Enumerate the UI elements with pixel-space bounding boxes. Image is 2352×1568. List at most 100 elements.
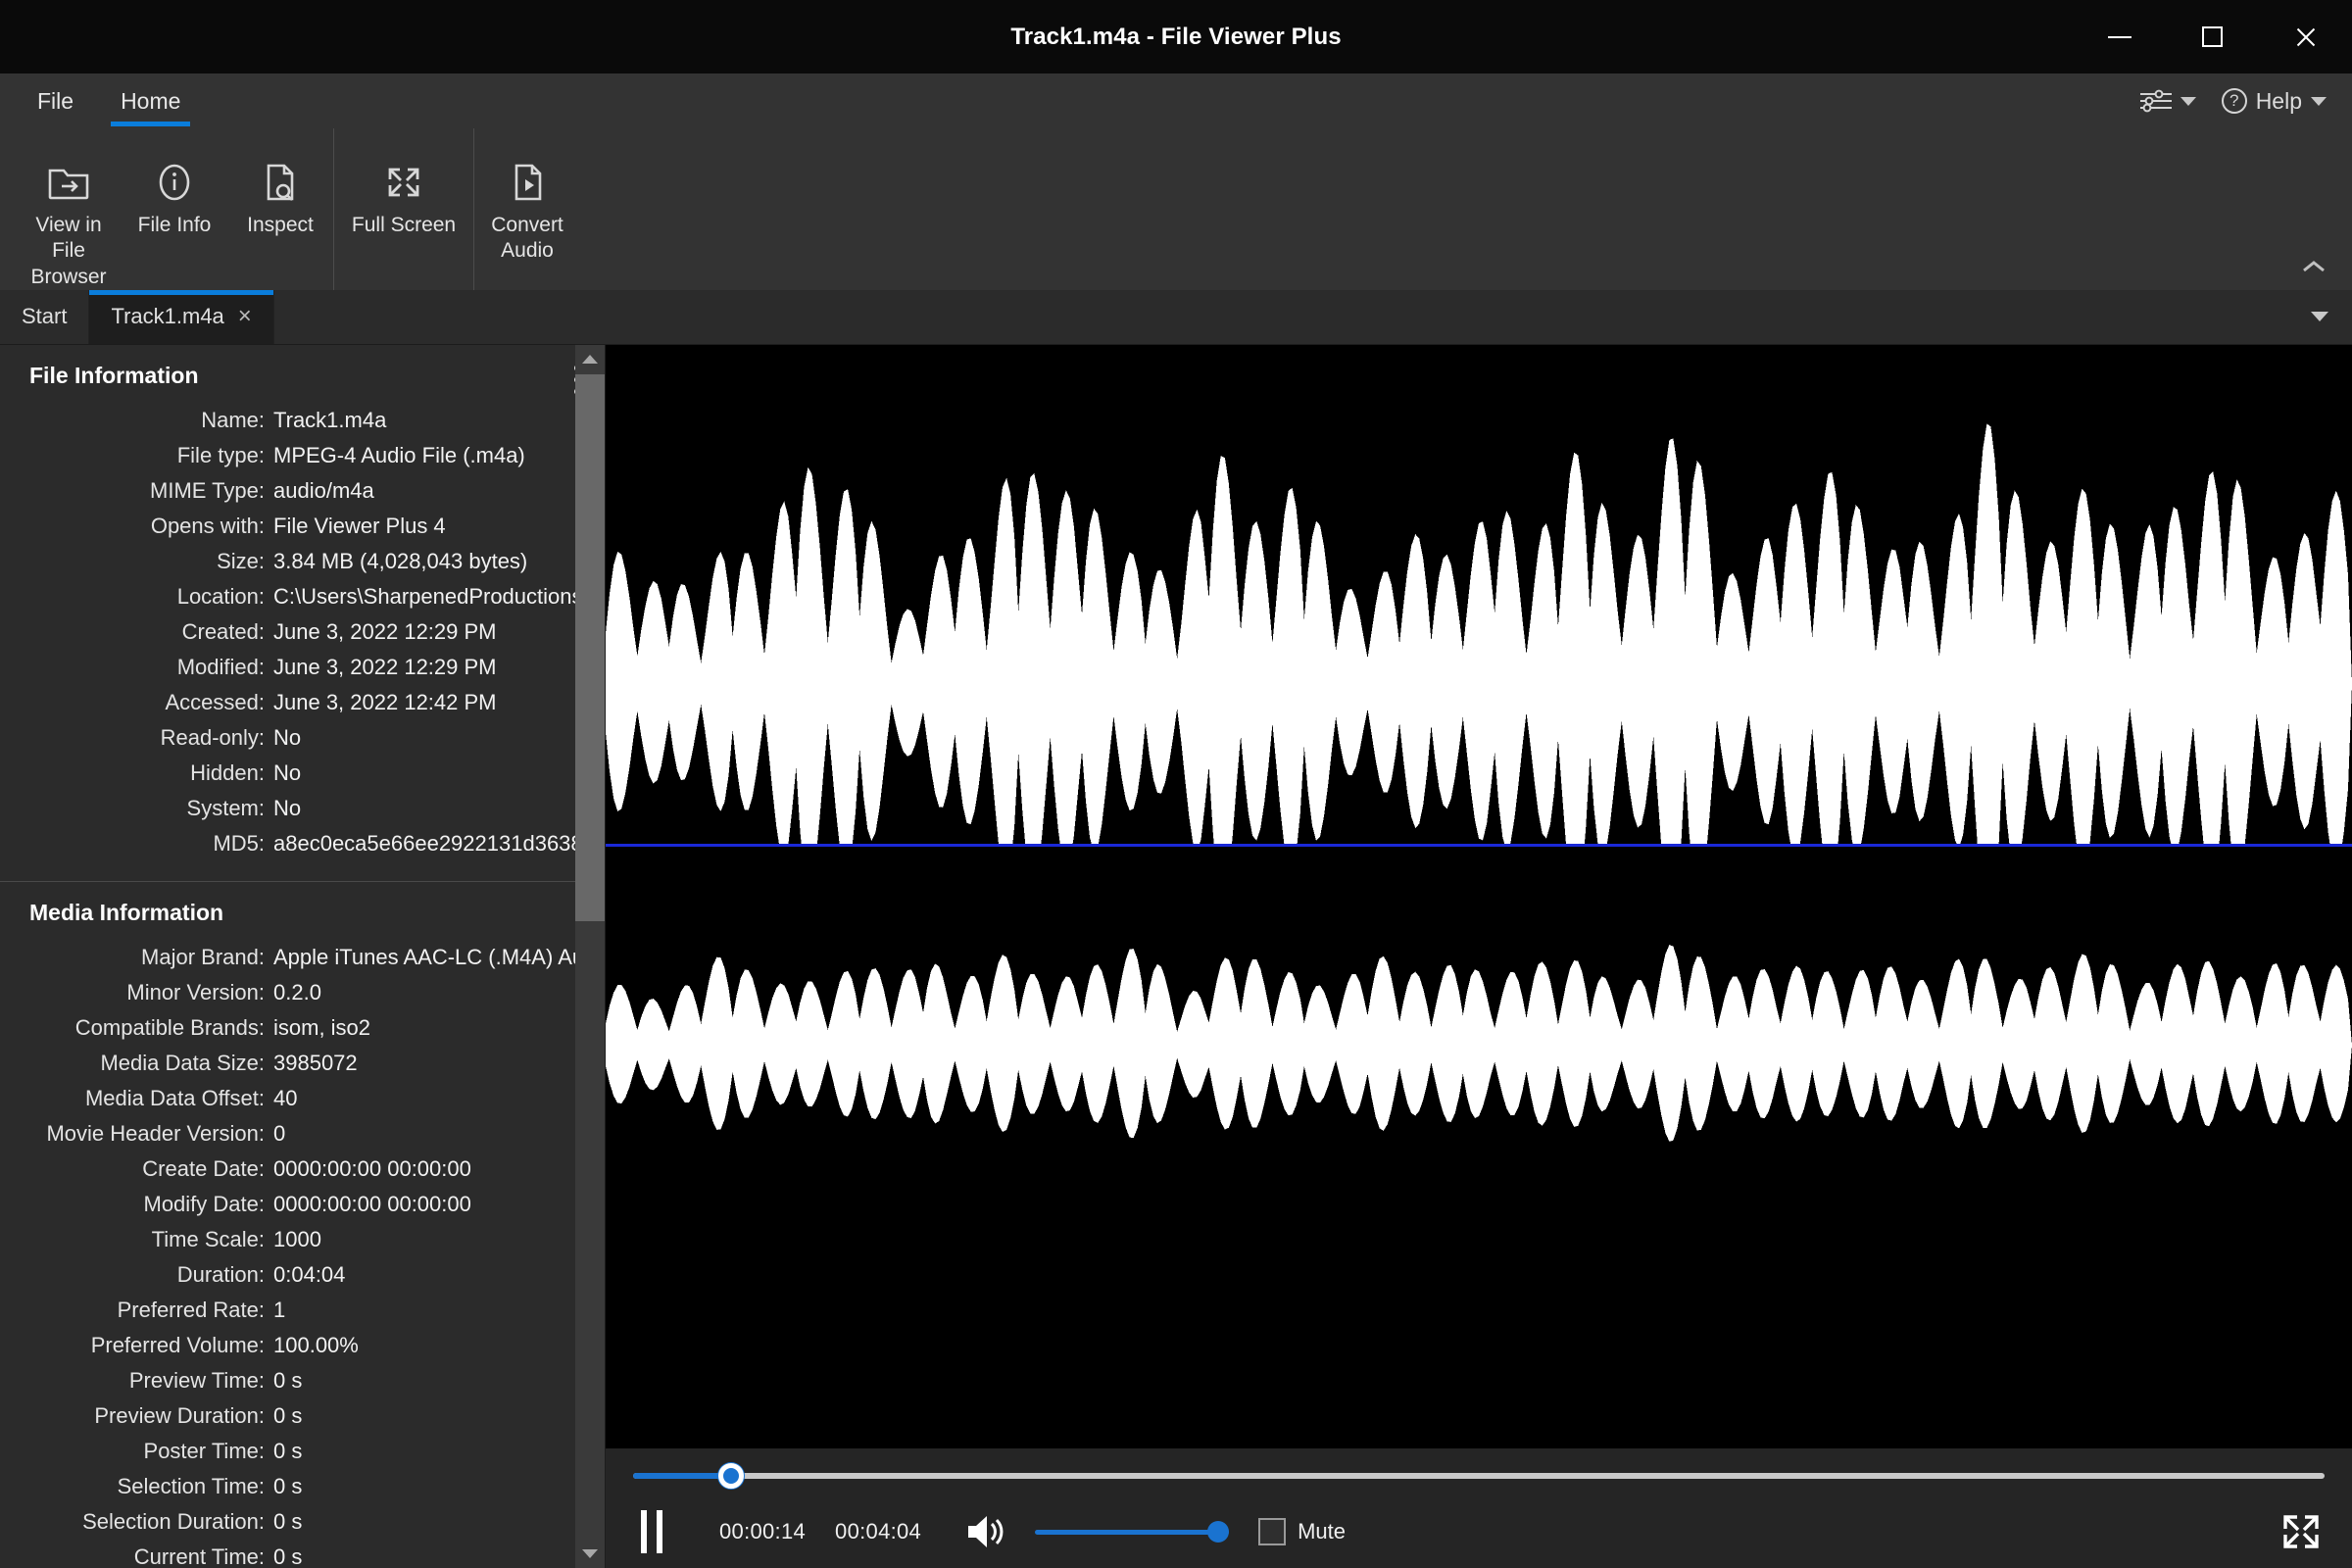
tab-close-icon[interactable]: ×: [238, 305, 252, 328]
help-button[interactable]: ? Help: [2221, 88, 2327, 115]
scrollbar-track[interactable]: [575, 373, 605, 1539]
info-value: audio/m4a: [273, 477, 374, 503]
ribbon-tab-home[interactable]: Home: [101, 74, 200, 128]
inspect-button[interactable]: Inspect: [227, 142, 333, 238]
info-key: MD5:: [213, 830, 265, 856]
info-row: Duration: 0:04:04: [0, 1257, 583, 1293]
mute-label: Mute: [1298, 1519, 1347, 1544]
scrollbar-thumb[interactable]: [575, 373, 605, 922]
inspect-label: Inspect: [247, 214, 314, 236]
seek-knob[interactable]: [718, 1463, 745, 1489]
info-key: Opens with:: [150, 513, 265, 538]
tab-start[interactable]: Start: [0, 289, 90, 344]
full-screen-button[interactable]: Full Screen: [334, 142, 473, 238]
info-key: Selection Duration:: [82, 1508, 265, 1534]
close-button[interactable]: [2259, 0, 2352, 74]
info-row: Selection Duration: 0 s: [0, 1504, 583, 1540]
info-row: Read-only: No: [0, 720, 583, 756]
info-value: Track1.m4a: [273, 407, 387, 432]
info-panel: File Information Name: Track1.m4a File ty…: [0, 344, 606, 1568]
maximize-icon: [2202, 26, 2223, 47]
info-value: 0:04:04: [273, 1261, 346, 1287]
info-key: Time Scale:: [151, 1226, 265, 1251]
waveform-canvas[interactable]: [606, 344, 2352, 1448]
waveform-channel-right: [606, 847, 2352, 1448]
full-screen-label: Full Screen: [351, 214, 457, 236]
expand-arrows-icon: [2283, 1515, 2319, 1548]
ribbon-tab-file[interactable]: File: [18, 74, 93, 128]
chevron-down-icon: [2311, 312, 2328, 322]
ribbon-body: View in File Browser File Info Inspect F…: [0, 128, 2352, 290]
info-value: No: [273, 795, 302, 820]
info-value: 0 s: [273, 1438, 303, 1463]
info-key: Preferred Volume:: [90, 1332, 265, 1357]
main-content: File Information Name: Track1.m4a File ty…: [0, 344, 2352, 1568]
ribbon-group-1: View in File Browser File Info Inspect: [16, 128, 333, 290]
info-row: Created: June 3, 2022 12:29 PM: [0, 614, 583, 650]
info-key: System:: [186, 795, 265, 820]
tab-track1-m4a[interactable]: Track1.m4a ×: [89, 289, 274, 344]
info-value: 0.2.0: [273, 979, 321, 1004]
info-value: No: [273, 760, 302, 785]
info-row: Current Time: 0 s: [0, 1540, 583, 1568]
info-row: Media Data Offset: 40: [0, 1081, 583, 1116]
info-value: 0000:00:00 00:00:00: [273, 1191, 471, 1216]
mute-checkbox[interactable]: Mute: [1258, 1518, 1346, 1545]
help-chevron-down-icon: [2311, 96, 2327, 106]
info-key: Movie Header Version:: [46, 1120, 265, 1146]
fullscreen-toggle-button[interactable]: [2278, 1509, 2325, 1554]
seek-fill: [633, 1473, 732, 1479]
info-value: June 3, 2022 12:29 PM: [273, 618, 497, 644]
tab-overflow-button[interactable]: [2311, 290, 2352, 344]
file-information-title: File Information: [29, 362, 199, 388]
volume-track: [1035, 1529, 1230, 1535]
info-row: Time Scale: 1000: [0, 1222, 583, 1257]
minimize-button[interactable]: [2073, 0, 2166, 74]
info-row: File type: MPEG-4 Audio File (.m4a): [0, 438, 583, 473]
maximize-button[interactable]: [2166, 0, 2259, 74]
expand-arrows-icon: [381, 152, 426, 213]
seek-slider[interactable]: [633, 1463, 2325, 1489]
seek-track[interactable]: [633, 1473, 2325, 1479]
info-key: Hidden:: [190, 760, 265, 785]
view-in-file-browser-button[interactable]: View in File Browser: [16, 142, 122, 290]
info-key: MIME Type:: [150, 477, 265, 503]
checkbox-box[interactable]: [1258, 1518, 1287, 1545]
ribbon-tab-home-label: Home: [121, 87, 181, 114]
file-info-button[interactable]: File Info: [122, 142, 227, 238]
info-value: MPEG-4 Audio File (.m4a): [273, 442, 525, 467]
pause-bar: [657, 1510, 662, 1553]
volume-button[interactable]: [964, 1511, 1009, 1552]
convert-audio-button[interactable]: Convert Audio: [474, 142, 580, 265]
ribbon-right-controls: ? Help: [2139, 74, 2352, 128]
ribbon-collapse-button[interactable]: [2301, 257, 2327, 278]
info-value: 3985072: [273, 1050, 358, 1075]
volume-knob[interactable]: [1207, 1521, 1230, 1543]
title-bar: Track1.m4a - File Viewer Plus: [0, 0, 2352, 74]
info-panel-scrollbar[interactable]: [575, 344, 605, 1568]
folder-arrow-icon: [47, 152, 90, 213]
info-key: Media Data Size:: [100, 1050, 265, 1075]
waveform-left-path: [606, 423, 2352, 844]
volume-slider[interactable]: [1035, 1520, 1230, 1544]
info-row: Location: C:\Users\SharpenedProductions\D…: [0, 579, 605, 614]
info-value: 0 s: [273, 1508, 303, 1534]
pause-button[interactable]: [633, 1510, 690, 1553]
info-value: 40: [273, 1085, 298, 1110]
scroll-up-button[interactable]: [575, 345, 605, 374]
info-key: Preview Time:: [128, 1367, 265, 1393]
info-row: Selection Time: 0 s: [0, 1469, 583, 1504]
settings-button[interactable]: [2139, 88, 2196, 114]
ribbon: File Home ? Help View in File Browser Fi…: [0, 74, 2352, 290]
info-value: 0000:00:00 00:00:00: [273, 1155, 471, 1181]
scroll-down-button[interactable]: [575, 1539, 605, 1568]
info-key: Location:: [176, 583, 265, 609]
info-key: Preview Duration:: [94, 1402, 265, 1428]
info-key: Current Time:: [133, 1544, 265, 1568]
info-key: Duration:: [176, 1261, 265, 1287]
waveform-channel-left: [606, 345, 2352, 844]
info-row: MIME Type: audio/m4a: [0, 473, 583, 509]
info-row: Size: 3.84 MB (4,028,043 bytes): [0, 544, 583, 579]
question-circle-icon: ?: [2221, 88, 2247, 114]
info-value: 100.00%: [273, 1332, 359, 1357]
